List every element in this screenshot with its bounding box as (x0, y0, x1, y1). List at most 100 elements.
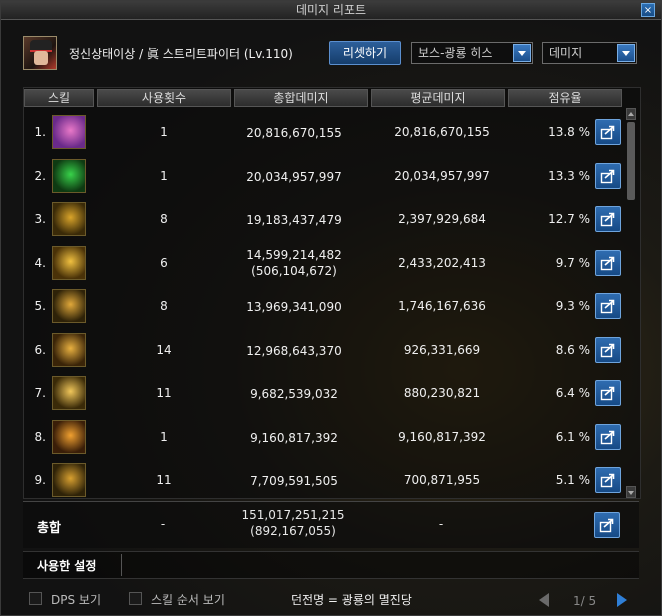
share-button[interactable] (595, 162, 621, 189)
share-icon (600, 473, 615, 488)
skill-order-checkbox[interactable] (129, 592, 142, 605)
share-icon (599, 518, 614, 533)
boss-select-value: 보스-광룡 히스 (418, 46, 493, 60)
fist-strike-icon (52, 289, 86, 323)
use-count: 1 (160, 429, 168, 444)
avg-damage: 9,160,817,392 (398, 429, 486, 444)
total-damage-value: 19,183,437,479 (246, 213, 342, 227)
total-damage-sub: (506,104,672) (251, 263, 337, 278)
scroll-down-icon[interactable] (626, 486, 636, 498)
share-icon (600, 386, 615, 401)
table-row: 7. 11 9,682,539,032 880,230,821 6.4 % (24, 371, 624, 415)
table-header: 스킬 사용횟수 총합데미지 평균데미지 점유율 (24, 88, 624, 108)
use-count: 6 (160, 255, 168, 270)
total-damage-cell: 20,034,957,997 (224, 169, 364, 185)
table-row: 5. 8 13,969,341,090 1,746,167,636 9.3 % (24, 284, 624, 328)
character-name: 정신상태이상 (69, 47, 136, 61)
boss-select[interactable]: 보스-광룡 히스 (411, 42, 533, 64)
rank: 9. (34, 473, 46, 487)
total-label: 총합 (37, 521, 61, 536)
total-row: 총합 - 151,017,251,215 (892,167,055) - (23, 501, 639, 548)
blade-flash-icon (52, 419, 86, 454)
used-settings-label: 사용한 설정 (37, 559, 97, 573)
total-share-button[interactable] (594, 512, 620, 538)
share-percent: 12.7 % (548, 212, 590, 226)
share-percent: 5.1 % (555, 473, 590, 487)
total-damage-cell: 9,160,817,392 (224, 430, 364, 446)
table-row: 9. 11 7,709,591,505 700,871,955 5.1 % (24, 458, 624, 502)
scroll-up-icon[interactable] (626, 108, 636, 120)
use-count: 1 (160, 125, 168, 139)
share-percent: 13.8 % (548, 125, 590, 139)
column-header-uses: 사용횟수 (97, 89, 231, 107)
title-bar: 데미지 리포트 × (1, 1, 661, 20)
rank: 4. (34, 255, 46, 270)
green-poison-icon (52, 158, 86, 193)
share-percent: 9.3 % (555, 299, 590, 313)
table-row: 2. 1 20,034,957,997 20,034,957,997 13.3 % (24, 154, 624, 198)
window-title: 데미지 리포트 (295, 3, 367, 17)
skill-damage-table: 스킬 사용횟수 총합데미지 평균데미지 점유율 1. 1 20,816,670,15… (23, 87, 641, 499)
share-icon (600, 343, 615, 357)
table-scrollbar[interactable] (626, 108, 636, 498)
report-header: 정신상태이상 / 眞 스트리트파이터 (Lv.110) 리셋하기 보스-광룡 히… (21, 35, 641, 71)
share-icon (600, 169, 615, 183)
prev-page-icon[interactable] (539, 593, 549, 607)
avg-damage: 2,397,929,684 (398, 212, 486, 226)
golden-spikes-icon (52, 202, 86, 236)
total-damage-value: 20,816,670,155 (246, 126, 342, 140)
use-count: 8 (160, 212, 168, 226)
share-icon (600, 430, 615, 444)
share-icon (600, 256, 615, 270)
share-icon (600, 212, 615, 227)
rank: 8. (34, 429, 46, 444)
share-button[interactable] (595, 249, 621, 276)
chevron-down-icon[interactable] (617, 44, 635, 62)
share-icon (600, 125, 615, 140)
share-button[interactable] (595, 423, 621, 450)
share-button[interactable] (595, 119, 621, 145)
purple-burst-icon (52, 115, 86, 149)
table-row: 8. 1 9,160,817,392 9,160,817,392 6.1 % (24, 415, 624, 459)
total-damage-cell: 20,816,670,155 (224, 125, 364, 141)
chevron-down-icon[interactable] (513, 44, 531, 62)
total-damage-value: 9,682,539,032 (250, 387, 338, 401)
table-row: 6. 14 12,968,643,370 926,331,669 8.6 % (24, 328, 624, 372)
dungeon-name: 던전명 = 광룡의 멸진당 (291, 593, 412, 607)
avg-damage: 20,034,957,997 (394, 168, 490, 183)
table-row: 3. 8 19,183,437,479 2,397,929,684 12.7 % (24, 197, 624, 241)
damage-report-window: 데미지 리포트 × 정신상태이상 / 眞 스트리트파이터 (Lv.110) 리셋… (0, 0, 662, 616)
total-damage-cell: 7,709,591,505 (224, 473, 364, 489)
table-row: 4. 6 14,599,214,482 (506,104,672) 2,433,202,… (24, 241, 624, 285)
column-header-share: 점유율 (508, 89, 622, 107)
use-count: 11 (156, 386, 172, 400)
dps-checkbox[interactable] (29, 592, 42, 605)
character-avatar (23, 36, 57, 70)
use-count: 14 (156, 342, 172, 357)
use-count: 8 (160, 299, 168, 313)
scroll-thumb[interactable] (627, 122, 635, 200)
avg-damage: 2,433,202,413 (398, 255, 486, 270)
next-page-icon[interactable] (617, 593, 627, 607)
share-button[interactable] (595, 467, 621, 493)
reset-button[interactable]: 리셋하기 (329, 41, 401, 65)
rank: 2. (34, 168, 46, 183)
close-button[interactable]: × (641, 3, 655, 17)
use-count: 1 (160, 168, 168, 183)
share-button[interactable] (595, 293, 621, 319)
share-percent: 6.1 % (555, 429, 590, 444)
avg-damage: 1,746,167,636 (398, 299, 486, 313)
share-button[interactable] (595, 380, 621, 406)
rank: 7. (34, 386, 46, 400)
metric-select[interactable]: 데미지 (542, 42, 637, 64)
column-header-total-damage: 총합데미지 (234, 89, 368, 107)
share-percent: 9.7 % (555, 255, 590, 270)
total-damage-value: 14,599,214,482 (246, 247, 342, 262)
rank: 5. (34, 299, 46, 313)
avg-damage: 20,816,670,155 (394, 125, 490, 139)
share-button[interactable] (595, 206, 621, 232)
character-class: 眞 스트리트파이터 (Lv.110) (146, 47, 293, 61)
share-button[interactable] (595, 336, 621, 363)
total-damage-cell: 9,682,539,032 (224, 386, 364, 402)
rank: 3. (34, 212, 46, 226)
